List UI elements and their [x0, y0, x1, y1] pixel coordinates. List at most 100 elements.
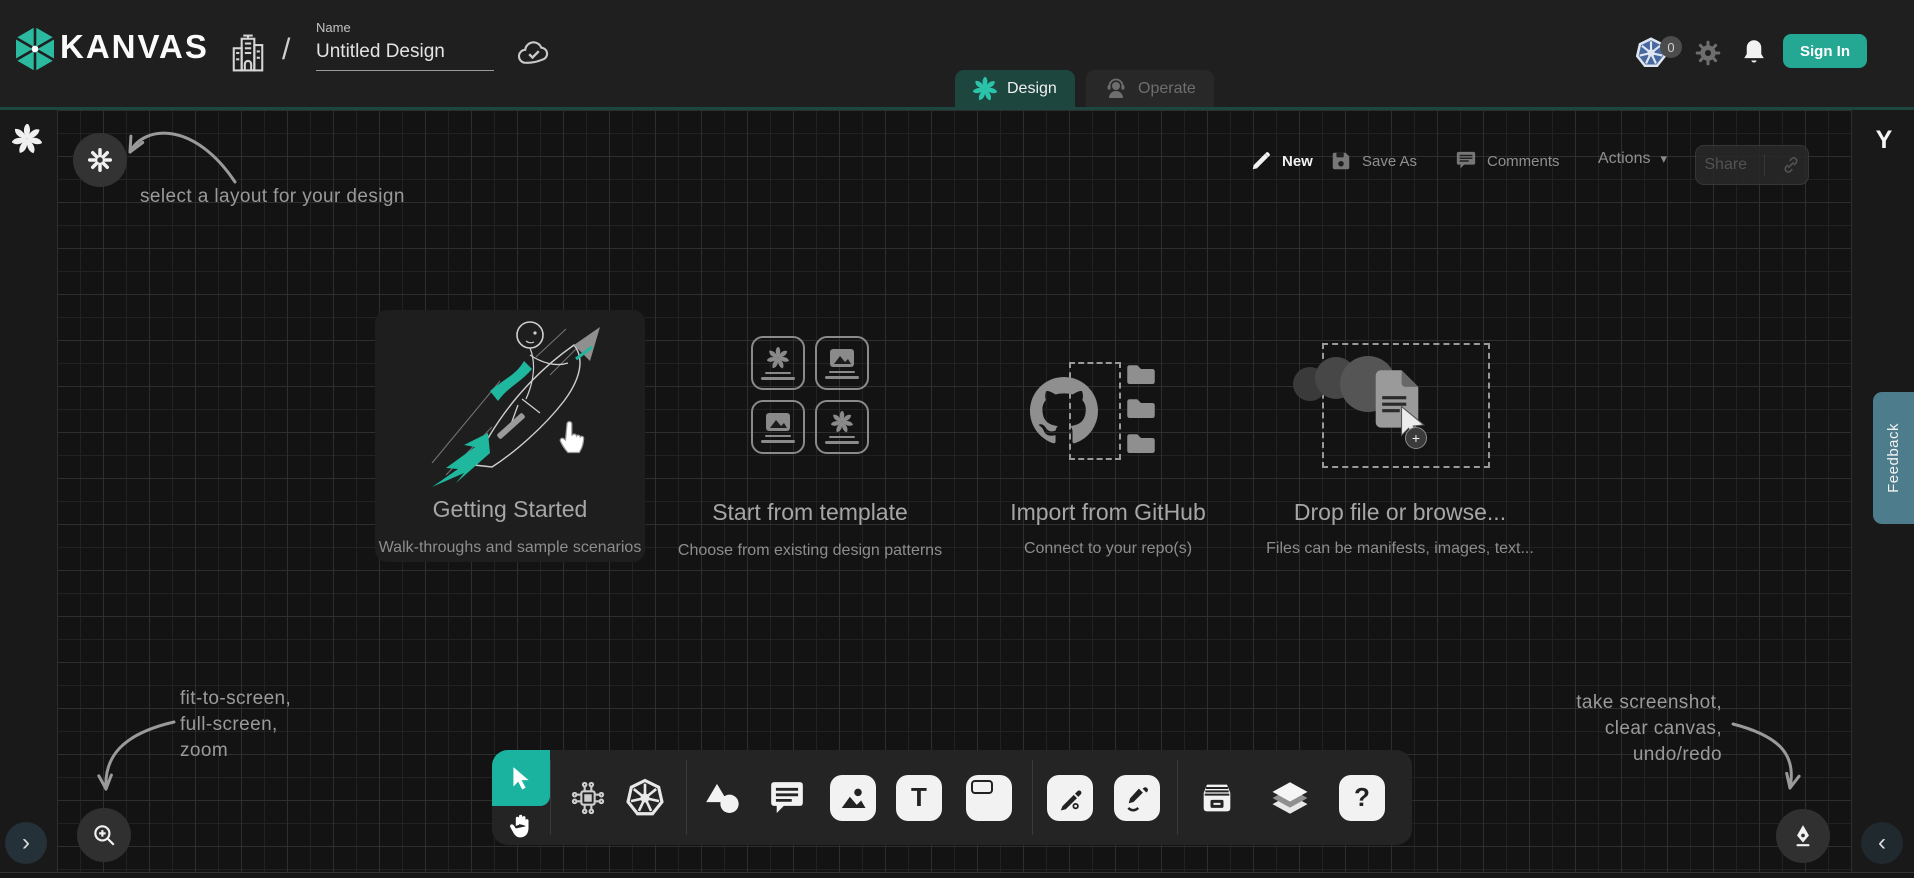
- card-subtitle: Files can be manifests, images, text...: [1220, 540, 1580, 558]
- text-tool-glyph: T: [911, 782, 927, 813]
- share-button[interactable]: Share: [1695, 145, 1809, 185]
- tool-select[interactable]: [492, 750, 550, 806]
- kubernetes-helm-icon: [624, 777, 666, 819]
- tool-help[interactable]: ?: [1335, 750, 1389, 845]
- chevron-left-icon: ‹: [1878, 829, 1886, 857]
- autosave-cloud-check-icon[interactable]: [516, 38, 552, 68]
- pen-tool-icon: [1047, 775, 1093, 821]
- card-import-from-github[interactable]: [1030, 355, 1190, 470]
- image-tool-icon: [830, 775, 876, 821]
- share-link-icon: [1782, 156, 1800, 174]
- context-count-badge: 0: [1660, 36, 1682, 58]
- share-label: Share: [1704, 156, 1747, 174]
- tool-kubernetes[interactable]: [618, 750, 672, 845]
- drawer-icon: [1197, 778, 1237, 818]
- feedback-tab[interactable]: Feedback: [1873, 392, 1914, 524]
- floppy-save-icon: [1330, 150, 1352, 172]
- tool-note[interactable]: [962, 750, 1016, 845]
- hint-line: full-screen,: [180, 712, 291, 738]
- hint-line: zoom: [180, 738, 291, 764]
- spiral-icon: [831, 411, 853, 433]
- spiral-icon: [767, 347, 789, 369]
- tool-text[interactable]: T: [892, 750, 946, 845]
- tool-pen[interactable]: [1043, 750, 1097, 845]
- sketch-tool-icon: [1114, 775, 1160, 821]
- caret-down-icon: ▾: [1660, 151, 1667, 167]
- zoom-hints-text: fit-to-screen, full-screen, zoom: [180, 686, 291, 764]
- layout-hint-arrow: [100, 112, 250, 197]
- folder-icon: [1122, 393, 1160, 423]
- layout-hint-text: select a layout for your design: [140, 186, 405, 208]
- tab-operate[interactable]: Operate: [1086, 70, 1214, 107]
- save-as-label: Save As: [1362, 153, 1417, 170]
- layers-icon: [1269, 777, 1311, 819]
- text-line: [825, 441, 859, 444]
- card-start-from-template[interactable]: [751, 336, 869, 454]
- tab-design[interactable]: Design: [955, 70, 1075, 107]
- toolbar-divider: [1032, 760, 1033, 835]
- text-line: [765, 372, 791, 375]
- help-tool-icon: ?: [1339, 775, 1385, 821]
- actions-dropdown[interactable]: Actions ▾: [1598, 150, 1667, 168]
- kanvas-app: KANVAS / Name Design: [0, 0, 1914, 878]
- new-label: New: [1282, 153, 1313, 170]
- pen-mode-button[interactable]: [1776, 809, 1830, 863]
- comments-label: Comments: [1487, 153, 1560, 170]
- hint-line: clear canvas,: [1560, 716, 1722, 742]
- hint-line: fit-to-screen,: [180, 686, 291, 712]
- sidebar-spiral-menu-icon[interactable]: [12, 124, 42, 154]
- text-line: [825, 376, 859, 379]
- hand-pan-icon: [507, 812, 535, 842]
- design-spiral-icon: [973, 77, 997, 101]
- save-as-button[interactable]: Save As: [1330, 150, 1417, 172]
- design-name-input[interactable]: [316, 39, 494, 71]
- card-title: Getting Started: [340, 496, 680, 523]
- pen-nib-icon: [1790, 823, 1816, 849]
- expand-left-panel-button[interactable]: ›: [5, 822, 47, 864]
- tool-layers[interactable]: [1263, 750, 1317, 845]
- tool-sketch[interactable]: [1110, 750, 1164, 845]
- kanvas-logo-icon[interactable]: [14, 26, 56, 72]
- actions-label: Actions: [1598, 150, 1650, 168]
- toolbar-divider: [1177, 760, 1178, 835]
- toolbar-divider: [686, 760, 687, 835]
- tool-comment[interactable]: [760, 750, 814, 845]
- settings-gear-icon[interactable]: [1694, 39, 1722, 67]
- text-line: [829, 436, 855, 439]
- tools-toolbar: T: [492, 750, 1412, 845]
- notifications-bell-icon[interactable]: [1740, 38, 1768, 68]
- tool-image[interactable]: [826, 750, 880, 845]
- rocket-doodle: [418, 315, 608, 490]
- plus-badge-icon: +: [1405, 427, 1427, 449]
- template-tile: [751, 336, 805, 390]
- extension-y-icon[interactable]: Y: [1872, 126, 1896, 155]
- sign-in-button[interactable]: Sign In: [1783, 34, 1867, 68]
- collapse-right-panel-button[interactable]: ‹: [1861, 822, 1903, 864]
- operate-headset-icon: [1104, 77, 1128, 101]
- organization-building-icon[interactable]: [229, 32, 267, 74]
- bottom-strip: [0, 872, 1914, 878]
- tool-workloads[interactable]: [561, 750, 615, 845]
- image-icon: [765, 412, 791, 432]
- template-tile: [751, 400, 805, 454]
- tool-shapes[interactable]: [695, 750, 749, 845]
- shapes-icon: [702, 778, 742, 818]
- image-icon: [829, 348, 855, 368]
- text-line: [765, 435, 791, 438]
- chevron-right-icon: ›: [22, 829, 30, 857]
- zoom-hint-arrow: [92, 712, 187, 802]
- circuit-chip-icon: [568, 778, 608, 818]
- zoom-button[interactable]: [77, 808, 131, 862]
- comments-bubble-icon: [1455, 150, 1477, 172]
- new-design-button[interactable]: New: [1250, 150, 1313, 172]
- left-sidebar: [0, 110, 57, 878]
- card-title: Start from template: [640, 499, 980, 526]
- brand-title: KANVAS: [60, 28, 209, 66]
- design-name-label: Name: [316, 20, 496, 35]
- tool-pan[interactable]: [492, 806, 550, 848]
- hint-line: take screenshot,: [1560, 690, 1722, 716]
- feedback-label: Feedback: [1885, 423, 1902, 493]
- comments-button[interactable]: Comments: [1455, 150, 1560, 172]
- template-tile: [815, 336, 869, 390]
- tool-components-drawer[interactable]: [1190, 750, 1244, 845]
